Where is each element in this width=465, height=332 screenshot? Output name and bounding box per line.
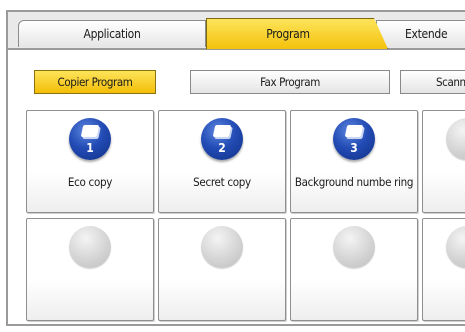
program-number: 2 — [218, 141, 226, 155]
subtab-scanner-label: Scanne — [436, 75, 465, 89]
program-tile-empty[interactable] — [422, 218, 465, 321]
subtab-copier-program[interactable]: Copier Program — [34, 70, 156, 94]
program-name: Eco copy — [67, 175, 113, 189]
tab-extended[interactable]: Extende — [376, 20, 465, 47]
empty-program-icon — [333, 226, 375, 268]
empty-program-icon — [446, 226, 465, 268]
empty-program-icon — [201, 226, 243, 268]
program-number: 3 — [350, 141, 358, 155]
tab-application-label: Application — [83, 27, 141, 41]
tab-strip: Application Extende Program — [8, 12, 465, 50]
tab-application[interactable]: Application — [18, 20, 206, 47]
program-name: Background numbe ring — [294, 175, 414, 189]
subtab-copier-label: Copier Program — [57, 75, 133, 89]
tab-extended-label: Extende — [405, 27, 448, 41]
program-tile-1[interactable]: 1 Eco copy — [26, 110, 154, 213]
program-panel: Application Extende Program Copier Progr… — [6, 10, 465, 326]
program-tile-3[interactable]: 3 Background numbe ring — [290, 110, 418, 213]
program-tile-empty[interactable] — [290, 218, 418, 321]
program-tile-empty[interactable] — [26, 218, 154, 321]
program-3-icon: 3 — [333, 118, 375, 160]
program-tile-empty[interactable] — [422, 110, 465, 213]
tab-program-label: Program — [266, 27, 310, 41]
program-1-icon: 1 — [69, 118, 111, 160]
empty-program-icon — [69, 226, 111, 268]
program-tile-2[interactable]: 2 Secret copy — [158, 110, 286, 213]
subtab-fax-program[interactable]: Fax Program — [190, 70, 390, 94]
program-number: 1 — [86, 141, 94, 155]
subtab-fax-label: Fax Program — [260, 75, 320, 89]
program-2-icon: 2 — [201, 118, 243, 160]
program-tile-empty[interactable] — [158, 218, 286, 321]
subtab-scanner-program[interactable]: Scanne — [400, 70, 465, 94]
tab-program[interactable]: Program — [206, 18, 388, 49]
empty-program-icon — [446, 118, 465, 160]
program-name: Secret copy — [193, 175, 251, 189]
